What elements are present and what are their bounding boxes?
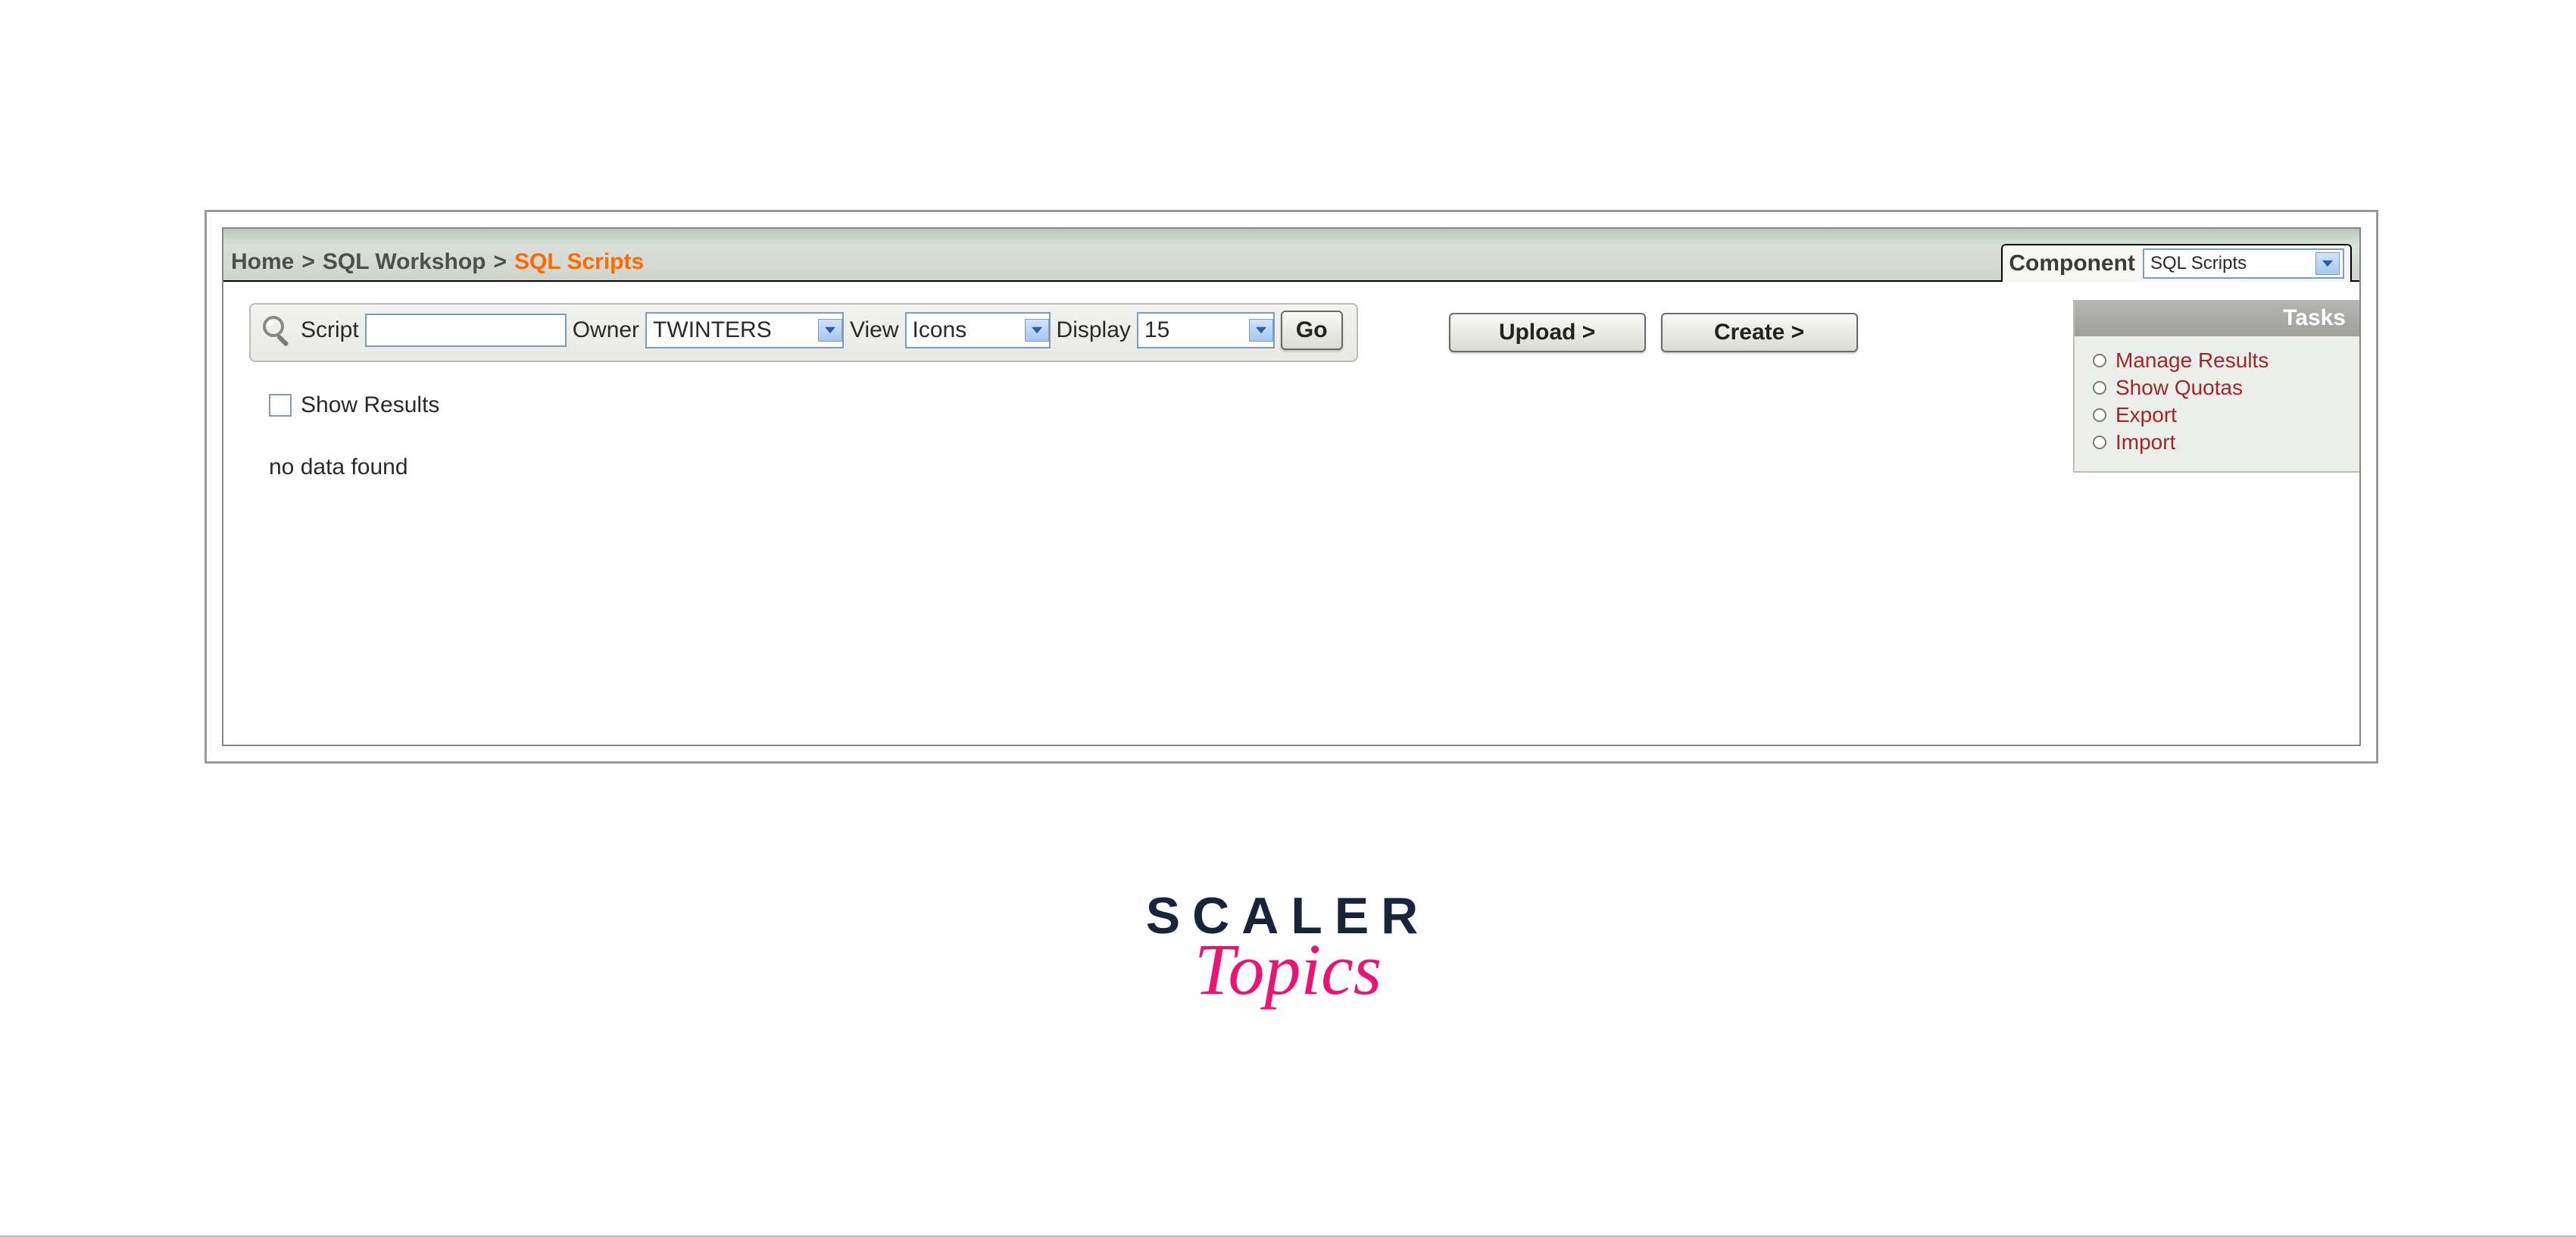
view-label: View	[850, 317, 898, 343]
upload-button[interactable]: Upload >	[1449, 313, 1646, 352]
task-link-manage-results[interactable]: Manage Results	[2093, 347, 2347, 374]
view-select[interactable]: Icons	[905, 312, 1051, 348]
bullet-icon	[2093, 436, 2106, 449]
chevron-down-icon	[1249, 319, 1273, 342]
filter-row: Script Owner TWINTERS View Icons Display…	[249, 303, 2350, 362]
breadcrumb-sep: >	[301, 249, 315, 275]
chevron-down-icon	[1025, 319, 1049, 342]
component-select-value: SQL Scripts	[2150, 253, 2247, 274]
search-icon	[260, 313, 295, 348]
task-link-show-quotas[interactable]: Show Quotas	[2093, 374, 2347, 401]
tasks-list: Manage Results Show Quotas Export Import	[2075, 336, 2359, 471]
top-stripe	[223, 229, 2359, 244]
brand-line2: Topics	[1146, 937, 1431, 1002]
content-area: Script Owner TWINTERS View Icons Display…	[223, 282, 2359, 489]
component-label: Component	[2009, 251, 2135, 276]
breadcrumb-sep: >	[493, 249, 507, 275]
chevron-down-icon	[2315, 252, 2340, 275]
owner-select-value: TWINTERS	[653, 317, 818, 343]
filter-box: Script Owner TWINTERS View Icons Display…	[249, 303, 1358, 362]
breadcrumb-current: SQL Scripts	[514, 249, 644, 275]
no-data-message: no data found	[269, 455, 2350, 480]
app-panel: Home > SQL Workshop > SQL Scripts Compon…	[222, 227, 2361, 746]
view-select-value: Icons	[913, 317, 1025, 343]
display-select[interactable]: 15	[1137, 312, 1275, 348]
display-label: Display	[1057, 317, 1131, 343]
bullet-icon	[2093, 354, 2106, 367]
breadcrumb: Home > SQL Workshop > SQL Scripts	[231, 249, 644, 275]
show-results-label: Show Results	[301, 392, 439, 418]
breadcrumb-workshop[interactable]: SQL Workshop	[323, 249, 486, 275]
go-button[interactable]: Go	[1281, 311, 1343, 350]
tasks-header: Tasks	[2075, 300, 2359, 336]
display-select-value: 15	[1144, 317, 1249, 343]
script-label: Script	[301, 317, 359, 343]
script-input[interactable]	[365, 314, 567, 347]
owner-label: Owner	[573, 317, 639, 343]
component-tab: Component SQL Scripts	[2001, 244, 2352, 282]
show-results-row: Show Results	[269, 392, 2350, 418]
chevron-down-icon	[818, 319, 842, 342]
brand-logo: SCALER Topics	[1146, 890, 1431, 1002]
tasks-panel: Tasks Manage Results Show Quotas Export …	[2073, 300, 2359, 473]
task-link-import[interactable]: Import	[2093, 429, 2347, 456]
breadcrumb-bar: Home > SQL Workshop > SQL Scripts Compon…	[223, 244, 2359, 282]
bullet-icon	[2093, 408, 2106, 422]
breadcrumb-home[interactable]: Home	[231, 249, 294, 275]
window-frame: Home > SQL Workshop > SQL Scripts Compon…	[205, 210, 2378, 764]
show-results-checkbox[interactable]	[269, 394, 292, 417]
task-link-export[interactable]: Export	[2093, 401, 2347, 429]
bullet-icon	[2093, 381, 2106, 395]
owner-select[interactable]: TWINTERS	[645, 312, 844, 348]
create-button[interactable]: Create >	[1661, 313, 1858, 352]
component-select[interactable]: SQL Scripts	[2143, 248, 2344, 279]
